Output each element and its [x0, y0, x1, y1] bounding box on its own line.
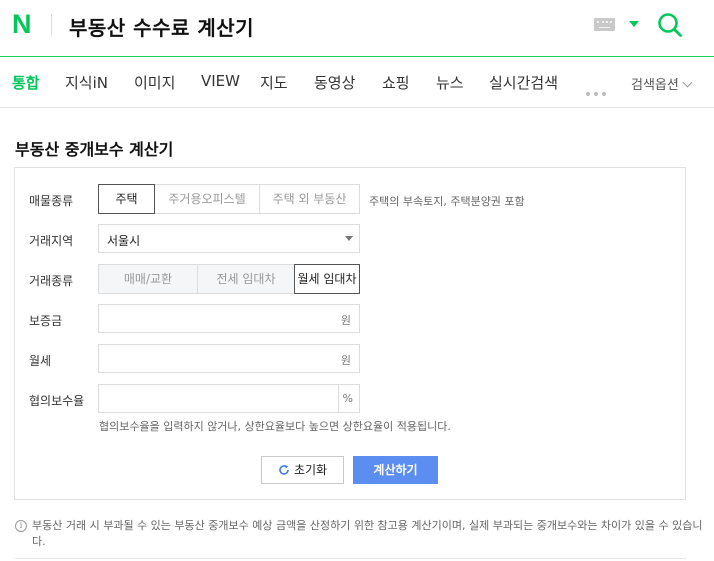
naver-logo[interactable]: N: [12, 11, 36, 38]
deal-type-jeonse[interactable]: 전세 임대차: [197, 264, 295, 294]
property-type-label: 매물종류: [29, 194, 74, 208]
deposit-input[interactable]: [99, 305, 334, 332]
tab-video[interactable]: 동영상: [314, 72, 355, 93]
tab-kin[interactable]: 지식iN: [65, 72, 108, 93]
search-query-text[interactable]: 부동산 수수료 계산기: [69, 12, 254, 41]
disclaimer: i 부동산 거래 시 부과될 수 있는 부동산 중개보수 예상 금액을 산정하기…: [15, 518, 705, 550]
header-divider: [51, 14, 52, 36]
search-options-button[interactable]: 검색옵션: [631, 74, 693, 93]
reset-button-label: 초기화: [293, 463, 328, 477]
rate-field[interactable]: %: [98, 384, 360, 413]
search-icon[interactable]: [657, 12, 683, 38]
tab-realtime[interactable]: 실시간검색: [489, 72, 558, 93]
monthly-rent-label: 월세: [29, 354, 52, 368]
monthly-rent-input[interactable]: [99, 345, 334, 372]
property-type-officetel[interactable]: 주거용오피스텔: [154, 184, 260, 214]
chevron-down-icon: [682, 77, 693, 88]
caret-down-icon[interactable]: [629, 21, 639, 27]
property-type-non-house[interactable]: 주택 외 부동산: [259, 184, 360, 214]
tab-image[interactable]: 이미지: [134, 72, 175, 93]
region-select-value: 서울시: [107, 234, 141, 248]
deal-type-monthly-rent[interactable]: 월세 임대차: [294, 264, 360, 294]
tab-news[interactable]: 뉴스: [436, 72, 464, 93]
rate-hint: 협의보수율을 입력하지 않거나, 상한요율보다 높으면 상한요율이 적용됩니다.: [99, 420, 451, 433]
region-label: 거래지역: [29, 234, 74, 248]
disclaimer-text: 부동산 거래 시 부과될 수 있는 부동산 중개보수 예상 금액을 산정하기 위…: [32, 519, 703, 548]
deal-type-label: 거래종류: [29, 274, 74, 288]
rate-unit: %: [342, 392, 353, 405]
refresh-icon: [279, 464, 289, 475]
calculator-title: 부동산 중개보수 계산기: [15, 140, 174, 159]
caret-down-icon: [345, 236, 353, 241]
rate-input[interactable]: [99, 385, 334, 412]
search-tabs: 통합 지식iN 이미지 VIEW 지도 동영상 쇼핑 뉴스 실시간검색 검색옵션: [0, 57, 714, 108]
deposit-label: 보증금: [29, 314, 63, 328]
calculate-button[interactable]: 계산하기: [353, 456, 438, 484]
search-options-label: 검색옵션: [631, 78, 679, 93]
reset-button[interactable]: 초기화: [261, 456, 344, 484]
tab-map[interactable]: 지도: [260, 72, 288, 93]
deposit-field[interactable]: 원: [98, 304, 360, 333]
rate-label: 협의보수율: [29, 394, 85, 408]
tab-shopping[interactable]: 쇼핑: [382, 72, 410, 93]
region-select[interactable]: 서울시: [98, 224, 360, 253]
deposit-unit: 원: [340, 314, 351, 327]
tab-all[interactable]: 통합: [12, 72, 40, 93]
info-icon: i: [15, 520, 27, 532]
more-dots-icon[interactable]: [586, 81, 612, 96]
property-type-hint: 주택의 부속토지, 주택분양권 포함: [369, 195, 525, 208]
keyboard-icon[interactable]: [594, 18, 615, 31]
tab-view[interactable]: VIEW: [201, 72, 240, 90]
search-header: N 부동산 수수료 계산기: [0, 0, 714, 57]
divider: [15, 558, 686, 559]
deal-type-sale[interactable]: 매매/교환: [98, 264, 198, 294]
property-type-house[interactable]: 주택: [98, 184, 155, 214]
calculator-panel: [14, 167, 686, 500]
monthly-rent-field[interactable]: 원: [98, 344, 360, 373]
monthly-rent-unit: 원: [340, 354, 351, 367]
